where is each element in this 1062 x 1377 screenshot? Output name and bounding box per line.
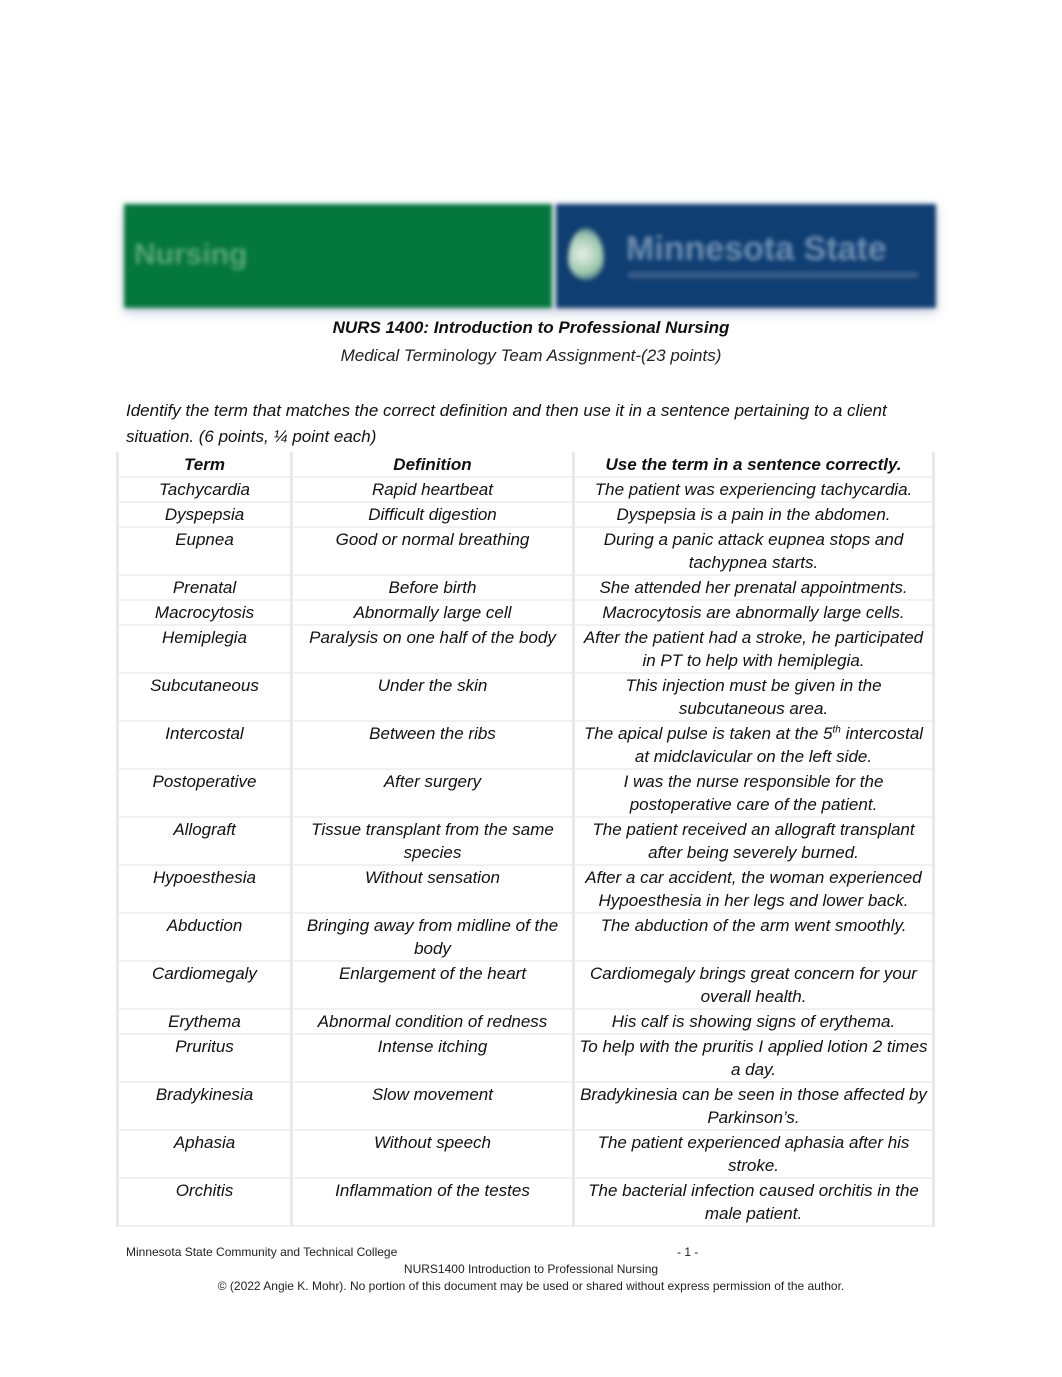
cell-sentence: I was the nurse responsible for the post… (572, 769, 935, 818)
footer-copyright: © (2022 Angie K. Mohr). No portion of th… (217, 1279, 845, 1293)
cell-sentence: This injection must be given in the subc… (572, 673, 935, 722)
cell-term: Subcutaneous (116, 673, 293, 722)
cell-sentence: The patient experienced aphasia after hi… (572, 1130, 935, 1179)
banner-brand-label: Minnesota State (626, 230, 887, 268)
banner-nursing-label: Nursing (134, 238, 248, 271)
cell-sentence: The apical pulse is taken at the 5th int… (572, 721, 935, 770)
cell-term: Hypoesthesia (116, 865, 293, 914)
table-row: Pruritus Intense itching To help with the … (116, 1034, 935, 1083)
cell-definition: Paralysis on one half of the body (290, 625, 575, 674)
cell-term: Allograft (116, 817, 293, 866)
document-page: Nursing Minnesota State NURS 1400: Intro… (0, 0, 1062, 1377)
cell-sentence: During a panic attack eupnea stops and t… (572, 527, 935, 576)
cell-term: Intercostal (116, 721, 293, 770)
table-row: Bradykinesia Slow movement Bradykinesia ca… (116, 1082, 935, 1131)
table-row: Allograft Tissue transplant from the same… (116, 817, 935, 866)
table-row: Cardiomegaly Enlargement of the heart Card… (116, 961, 935, 1010)
cell-definition: Without sensation (290, 865, 575, 914)
ordinal-superscript: th (832, 724, 841, 736)
table-row: Macrocytosis Abnormally large cell Macrocy… (116, 600, 935, 626)
cell-term: Postoperative (116, 769, 293, 818)
cell-sentence: After a car accident, the woman experien… (572, 865, 935, 914)
cell-term: Dyspepsia (116, 502, 293, 528)
table-header-row: Term Definition Use the term in a senten… (116, 452, 935, 478)
table-row: Intercostal Between the ribs The apical pu… (116, 721, 935, 770)
cell-definition: After surgery (290, 769, 575, 818)
table-row: Dyspepsia Difficult digestion Dyspepsia is… (116, 502, 935, 528)
footer-course: NURS1400 Introduction to Professional Nu… (403, 1262, 659, 1276)
cell-sentence: After the patient had a stroke, he parti… (572, 625, 935, 674)
table-body: Tachycardia Rapid heartbeat The patient wa… (116, 477, 935, 1227)
cell-sentence: Cardiomegaly brings great concern for yo… (572, 961, 935, 1010)
table-row: Hypoesthesia Without sensation After a car… (116, 865, 935, 914)
table-row: Erythema Abnormal condition of redness His… (116, 1009, 935, 1035)
cell-definition: Inflammation of the testes (290, 1178, 575, 1227)
cell-term: Bradykinesia (116, 1082, 293, 1131)
header-definition: Definition (290, 452, 575, 478)
header-sentence: Use the term in a sentence correctly. (572, 452, 935, 478)
cell-term: Aphasia (116, 1130, 293, 1179)
table-row: Orchitis Inflammation of the testes The ba… (116, 1178, 935, 1227)
cell-term: Abduction (116, 913, 293, 962)
table-row: Prenatal Before birth She attended her pre… (116, 575, 935, 601)
cell-definition: Intense itching (290, 1034, 575, 1083)
cell-term: Cardiomegaly (116, 961, 293, 1010)
footer-page-number: - 1 - (677, 1245, 699, 1259)
cell-sentence: His calf is showing signs of erythema. (572, 1009, 935, 1035)
cell-definition: Under the skin (290, 673, 575, 722)
cell-term: Eupnea (116, 527, 293, 576)
cell-definition: Tissue transplant from the same species (290, 817, 575, 866)
cell-term: Hemiplegia (116, 625, 293, 674)
cell-definition: Difficult digestion (290, 502, 575, 528)
assignment-title: Medical Terminology Team Assignment-(23 … (340, 346, 722, 365)
cell-term: Prenatal (116, 575, 293, 601)
table-row: Tachycardia Rapid heartbeat The patient wa… (116, 477, 935, 503)
cell-term: Tachycardia (116, 477, 293, 503)
cell-definition: Abnormally large cell (290, 600, 575, 626)
cell-term: Macrocytosis (116, 600, 293, 626)
cell-definition: Good or normal breathing (290, 527, 575, 576)
cell-sentence: The bacterial infection caused orchitis … (572, 1178, 935, 1227)
table-row: Postoperative After surgery I was the nurs… (116, 769, 935, 818)
cell-sentence: Bradykinesia can be seen in those affect… (572, 1082, 935, 1131)
header-banner: Nursing Minnesota State (124, 204, 936, 308)
cell-sentence: Dyspepsia is a pain in the abdomen. (572, 502, 935, 528)
table-row: Eupnea Good or normal breathing During a p… (116, 527, 935, 576)
sentence-text: The apical pulse is taken at the 5 (583, 724, 833, 743)
table-row: Hemiplegia Paralysis on one half of the b… (116, 625, 935, 674)
footer-institution: Minnesota State Community and Technical … (126, 1245, 398, 1259)
course-title: NURS 1400: Introduction to Professional … (332, 318, 730, 337)
cell-definition: Slow movement (290, 1082, 575, 1131)
cell-sentence: She attended her prenatal appointments. (572, 575, 935, 601)
terminology-table-container: Term Definition Use the term in a senten… (116, 452, 935, 1227)
cell-definition: Without speech (290, 1130, 575, 1179)
cell-term: Pruritus (116, 1034, 293, 1083)
minnesota-state-logo-icon (568, 228, 604, 280)
cell-definition: Enlargement of the heart (290, 961, 575, 1010)
table-row: Subcutaneous Under the skin This injection… (116, 673, 935, 722)
table-row: Aphasia Without speech The patient experie… (116, 1130, 935, 1179)
cell-definition: Bringing away from midline of the body (290, 913, 575, 962)
terminology-table: Term Definition Use the term in a senten… (116, 452, 935, 1227)
cell-sentence: To help with the pruritis I applied loti… (572, 1034, 935, 1083)
cell-sentence: The patient received an allograft transp… (572, 817, 935, 866)
cell-definition: Before birth (290, 575, 575, 601)
instructions-paragraph: Identify the term that matches the corre… (126, 401, 887, 446)
cell-definition: Rapid heartbeat (290, 477, 575, 503)
table-row: Abduction Bringing away from midline of t… (116, 913, 935, 962)
cell-term: Erythema (116, 1009, 293, 1035)
header-term: Term (116, 452, 293, 478)
cell-definition: Abnormal condition of redness (290, 1009, 575, 1035)
cell-sentence: The patient was experiencing tachycardia… (572, 477, 935, 503)
cell-definition: Between the ribs (290, 721, 575, 770)
cell-sentence: Macrocytosis are abnormally large cells. (572, 600, 935, 626)
cell-sentence: The abduction of the arm went smoothly. (572, 913, 935, 962)
banner-nursing-panel: Nursing (124, 204, 552, 308)
cell-term: Orchitis (116, 1178, 293, 1227)
banner-minnesota-state-panel: Minnesota State (552, 204, 936, 308)
banner-brand-tagline (628, 272, 918, 278)
